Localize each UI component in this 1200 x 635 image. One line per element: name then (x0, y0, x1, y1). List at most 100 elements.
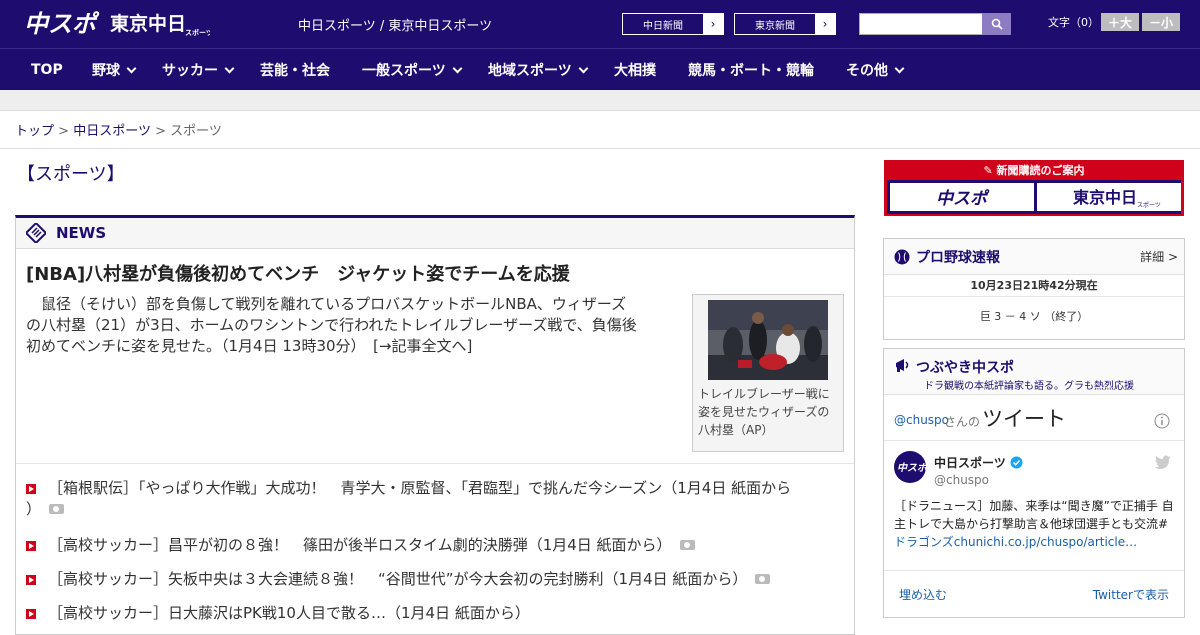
top-story-lead: 鼠径（そけい）部を負傷して戦列を離れているプロバスケットボールNBA、ウィザーズ… (26, 294, 682, 357)
embed-link[interactable]: 埋め込む (899, 586, 947, 603)
score-timestamp: 10月23日21時42分現在 (884, 275, 1184, 297)
twitter-handle-link[interactable]: @chuspo (894, 413, 949, 427)
article-title: ［箱根駅伝］「やっぱり大作戦」大成功！ 青学大・原監督、「君臨型」で挑んだ今シー… (48, 479, 792, 497)
nav-label: TOP (31, 62, 63, 78)
caption-line: 八村塁（AP） (698, 423, 774, 437)
nav-label: サッカー (162, 63, 218, 79)
nav-general-sports[interactable]: 一般スポーツ (362, 49, 463, 91)
chuspo-logo[interactable]: 中スポ (24, 8, 102, 38)
nav-label: 地域スポーツ (488, 63, 572, 79)
baseball-detail-link[interactable]: 詳細 > (1140, 248, 1178, 265)
font-smaller-button[interactable]: －小 (1142, 13, 1180, 31)
basketball-bench-photo[interactable] (708, 300, 828, 380)
nav-entertainment[interactable]: 芸能・社会 (260, 49, 330, 91)
page-title: 【スポーツ】 (17, 164, 125, 185)
article-item[interactable]: ［箱根駅伝］「やっぱり大作戦」大成功！ 青学大・原監督、「君臨型」で挑んだ今シー… (26, 478, 846, 520)
nav-label: 野球 (92, 63, 120, 79)
svg-text:中スポ: 中スポ (897, 462, 926, 474)
svg-text:東京中日: 東京中日 (1073, 188, 1137, 207)
tweet-link[interactable]: ドラゴンズchunichi.co.jp/chuspo/article… (894, 533, 1174, 551)
svg-text:東京中日: 東京中日 (110, 12, 186, 35)
tweet-account-handle[interactable]: @chuspo (934, 473, 989, 487)
nav-label: 一般スポーツ (362, 63, 446, 79)
subscription-title: ✎ 新聞購読のご案内 (884, 162, 1184, 178)
news-header: NEWS (16, 218, 854, 249)
tokyo-chunichi-logo: 東京中日 スポーツ (1073, 188, 1161, 209)
arrow-bullet-icon (26, 575, 36, 585)
subscription-banner[interactable]: ✎ 新聞購読のご案内 中スポ 東京中日 スポーツ (884, 160, 1184, 216)
lead-line: 鼠径（そけい）部を負傷して戦列を離れているプロバスケットボールNBA、ウィザーズ (26, 295, 627, 313)
chevron-down-icon (126, 63, 137, 73)
font-larger-button[interactable]: ＋大 (1101, 13, 1139, 31)
nav-baseball[interactable]: 野球 (92, 49, 137, 91)
chevron-right-icon: › (703, 14, 723, 34)
tokyo-shimbun-link[interactable]: 東京新聞 › (734, 13, 836, 35)
breadcrumb-chunichi-sports[interactable]: 中日スポーツ (73, 124, 151, 139)
twitter-bird-icon[interactable] (1154, 455, 1172, 469)
tweet-account-name[interactable]: 中日スポーツ (934, 454, 1006, 471)
chunichi-shimbun-label: 中日新聞 (643, 20, 683, 32)
breadcrumb-separator: > (155, 124, 166, 139)
chevron-down-icon (452, 63, 463, 73)
chevron-right-icon: › (815, 14, 835, 34)
baseball-icon (894, 249, 910, 264)
camera-icon (679, 540, 695, 550)
search-input[interactable] (859, 13, 983, 35)
article-item[interactable]: ［高校サッカー］日大藤沢はPK戦10人目で散る…（1月4日 紙面から） (26, 603, 530, 624)
caption-line: 姿を見せたウィザーズの (698, 405, 830, 419)
tweet-heading-row: @chuspo さんの ツイート (884, 395, 1184, 441)
tweet-heading: ツイート (982, 407, 1066, 431)
tweet-body: ［ドラニュース］加藤、来季は“聞き魔”で正捕手 自 主トレで大島から打撃助言＆他… (894, 497, 1174, 551)
svg-text:スポーツ: スポーツ (1137, 201, 1161, 209)
promo-buttons: 中スポ 東京中日 スポーツ (887, 180, 1181, 214)
info-icon[interactable] (1154, 413, 1170, 429)
baseball-scores-panel: プロ野球速報 詳細 > 10月23日21時42分現在 巨 3 － 4 ソ （終了… (883, 238, 1185, 340)
article-title: ［高校サッカー］昌平が初の８強！ 篠田が後半ロスタイム劇的決勝弾（1月4日 紙面… (48, 536, 672, 554)
font-size-label: 文字（0） (1048, 16, 1099, 29)
avatar[interactable]: 中スポ (894, 451, 926, 483)
chuspo-subscribe-button[interactable]: 中スポ (890, 183, 1034, 211)
search-button[interactable] (982, 13, 1011, 35)
camera-icon (49, 504, 65, 514)
chunichi-shimbun-link[interactable]: 中日新聞 › (622, 13, 724, 35)
baseball-header: プロ野球速報 詳細 > (884, 239, 1184, 275)
nav-regional-sports[interactable]: 地域スポーツ (488, 49, 589, 91)
tokyo-chunichi-subscribe-button[interactable]: 東京中日 スポーツ (1037, 183, 1181, 211)
chuspo-logo: 中スポ (936, 189, 990, 209)
ad-band (0, 90, 1200, 111)
article-title-cont: ） (26, 500, 42, 518)
newspaper-icon (26, 223, 46, 243)
verified-badge-icon (1010, 456, 1023, 469)
top-story-photo-box: トレイルブレーザー戦に 姿を見せたウィザーズの 八村塁（AP） (692, 294, 844, 452)
nav-label: 競馬・ボート・競輪 (688, 63, 814, 79)
nav-label: その他 (846, 63, 888, 79)
score-line[interactable]: 巨 3 － 4 ソ （終了） (884, 297, 1184, 337)
nav-sumo[interactable]: 大相撲 (614, 49, 656, 91)
nav-top[interactable]: TOP (31, 49, 63, 91)
subscription-label: 新聞購読のご案内 (996, 164, 1085, 177)
article-title: ［高校サッカー］矢板中央は３大会連続８強！ “谷間世代”が今大会初の完封勝利（1… (48, 570, 748, 588)
nav-racing[interactable]: 競馬・ボート・競輪 (688, 49, 814, 91)
camera-icon (755, 574, 771, 584)
view-on-twitter-link[interactable]: Twitterで表示 (1093, 586, 1169, 603)
tokyo-chunichi-logo[interactable]: 東京中日 スポーツ (110, 10, 210, 38)
divider (0, 148, 1200, 149)
nav-label: 芸能・社会 (260, 63, 330, 79)
top-header: 中スポ 東京中日 スポーツ 中日スポーツ / 東京中日スポーツ 中日新聞 › 東… (0, 0, 1200, 48)
divider (16, 463, 854, 464)
twitter-handle-suffix: さんの (944, 415, 981, 429)
svg-text:中スポ: 中スポ (24, 10, 100, 38)
photo-caption: トレイルブレーザー戦に 姿を見せたウィザーズの 八村塁（AP） (698, 385, 838, 439)
article-title: ［高校サッカー］日大藤沢はPK戦10人目で散る…（1月4日 紙面から） (48, 604, 530, 622)
top-story-headline[interactable]: [NBA]八村塁が負傷後初めてベンチ ジャケット姿でチームを応援 (26, 260, 570, 286)
nav-other[interactable]: その他 (846, 49, 905, 91)
nav-soccer[interactable]: サッカー (162, 49, 235, 91)
breadcrumb-top[interactable]: トップ (15, 124, 54, 139)
svg-text:中スポ: 中スポ (936, 189, 990, 209)
lead-line[interactable]: 初めてベンチに姿を見せた。（1月4日 13時30分） [→記事全文へ] (26, 336, 682, 357)
article-item[interactable]: ［高校サッカー］矢板中央は３大会連続８強！ “谷間世代”が今大会初の完封勝利（1… (26, 569, 771, 590)
article-item[interactable]: ［高校サッカー］昌平が初の８強！ 篠田が後半ロスタイム劇的決勝弾（1月4日 紙面… (26, 535, 695, 556)
tokyo-shimbun-label: 東京新聞 (755, 20, 795, 32)
newspaper-icon: ✎ (983, 164, 993, 177)
tweet[interactable]: 中スポ 中日スポーツ @chuspo ［ドラニュース］加藤、来季は“聞き魔”で正… (884, 441, 1184, 571)
